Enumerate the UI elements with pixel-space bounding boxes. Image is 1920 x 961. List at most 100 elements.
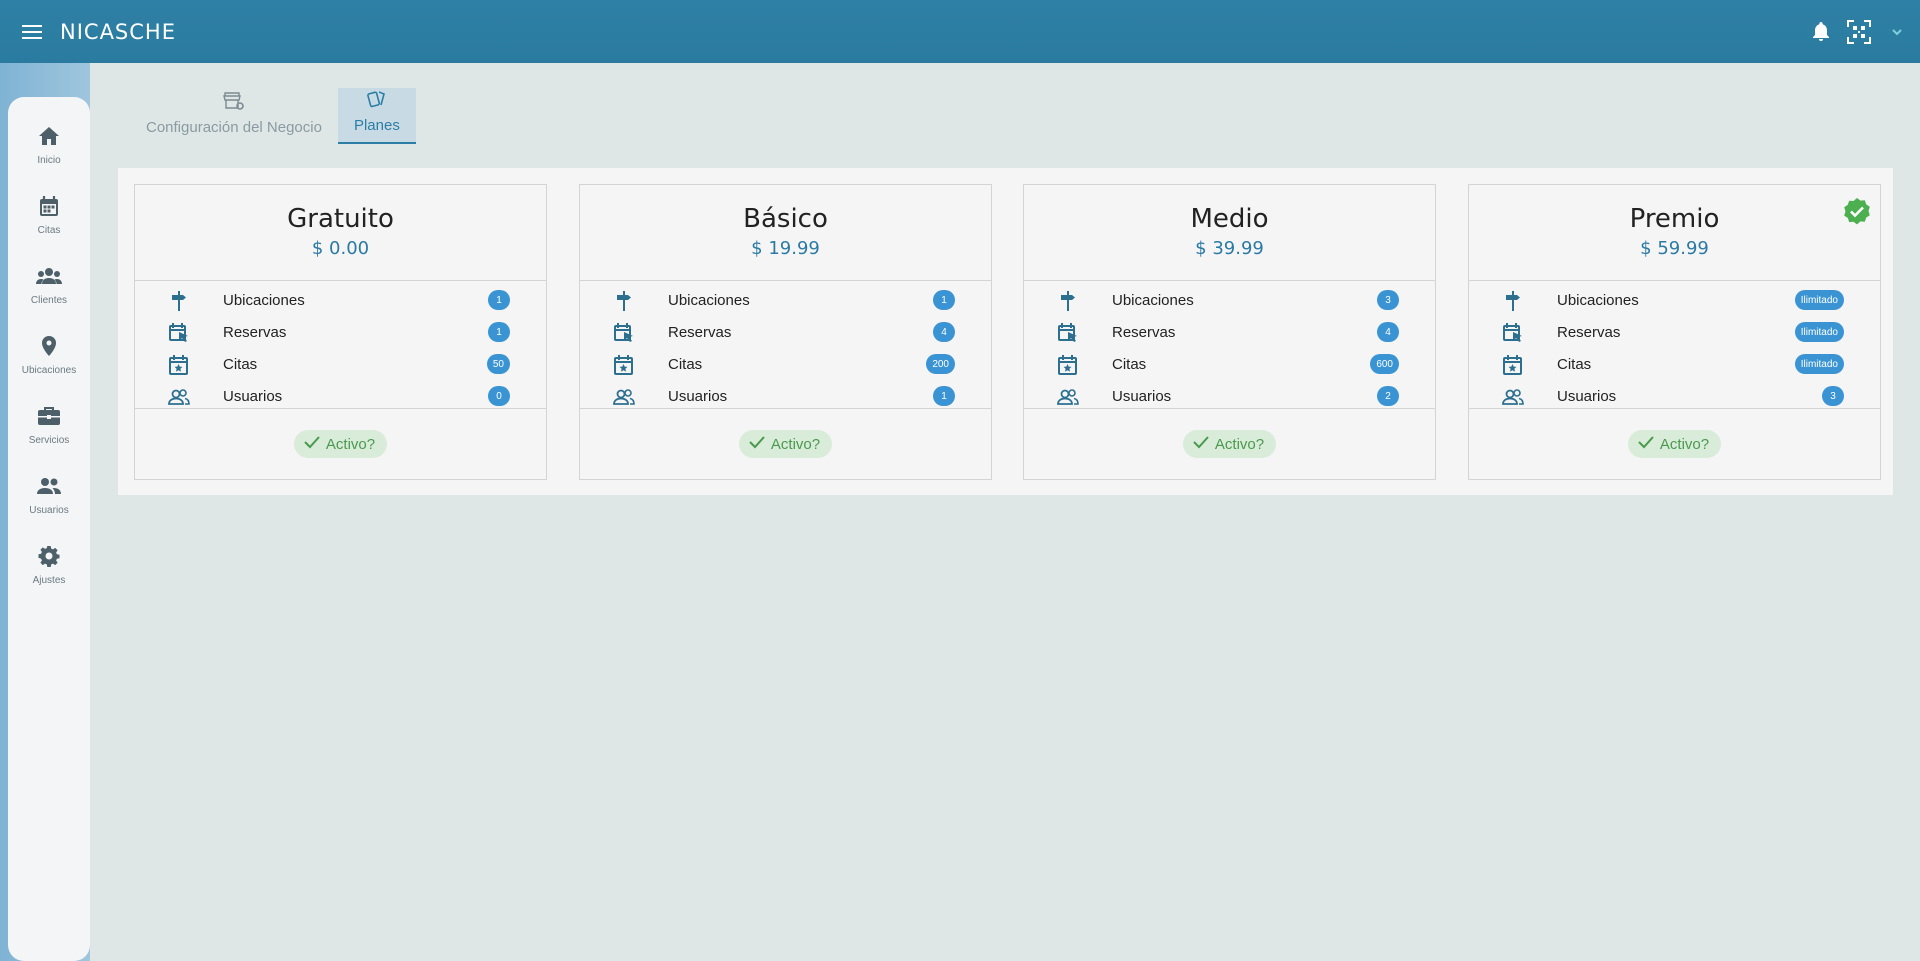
feature-label: Citas <box>668 355 703 373</box>
plan-price: $ 0.00 <box>311 238 370 259</box>
plan-price: $ 59.99 <box>1640 238 1709 259</box>
active-toggle-chip[interactable]: Activo? <box>1182 430 1277 458</box>
check-icon <box>1193 435 1209 453</box>
feature-reservas: Reservas 4 <box>1024 316 1435 348</box>
calendar-cursor-icon <box>613 322 635 344</box>
tab-label: Planes <box>353 117 400 134</box>
plan-card-gratuito: Gratuito $ 0.00 Ubicaciones 1 Reservas 1 C… <box>134 184 547 480</box>
calendar-star-icon <box>1502 354 1524 376</box>
active-label: Activo? <box>1659 435 1710 453</box>
avatar-chevron-icon[interactable] <box>1884 19 1910 45</box>
feature-citas: Citas 200 <box>580 348 991 380</box>
plan-card-premio: Premio $ 59.99 Ubicaciones Ilimitado Rese… <box>1468 184 1881 480</box>
plans-panel: Gratuito $ 0.00 Ubicaciones 1 Reservas 1 C… <box>118 168 1893 495</box>
users-outline-icon <box>168 386 190 408</box>
feature-value-badge: Ilimitado <box>1794 322 1844 342</box>
feature-label: Reservas <box>668 323 732 341</box>
feature-label: Ubicaciones <box>223 291 305 309</box>
plan-name: Medio <box>1190 204 1269 234</box>
feature-value-badge: 0 <box>488 386 510 406</box>
feature-reservas: Reservas 4 <box>580 316 991 348</box>
feature-reservas: Reservas Ilimitado <box>1469 316 1880 348</box>
cards-icon <box>366 89 388 113</box>
sidebar-item-label: Citas <box>37 225 61 236</box>
users-outline-icon <box>613 386 635 408</box>
sidebar-item-ajustes[interactable]: Ajustes <box>8 545 90 615</box>
plan-name: Gratuito <box>287 204 394 234</box>
sidebar-item-servicios[interactable]: Servicios <box>8 405 90 475</box>
feature-label: Usuarios <box>223 387 283 405</box>
feature-label: Usuarios <box>1557 387 1617 405</box>
feature-value-badge: 1 <box>933 290 955 310</box>
location-icon <box>39 335 59 362</box>
active-toggle-chip[interactable]: Activo? <box>293 430 388 458</box>
sidebar-item-label: Ajustes <box>32 575 66 586</box>
calendar-star-icon <box>168 354 190 376</box>
check-icon <box>749 435 765 453</box>
store-settings-icon <box>223 91 245 115</box>
feature-value-badge: 3 <box>1822 386 1844 406</box>
feature-label: Reservas <box>1557 323 1621 341</box>
menu-icon[interactable] <box>18 21 46 43</box>
tab-configuracion[interactable]: Configuración del Negocio <box>130 88 338 144</box>
sidebar-item-inicio[interactable]: Inicio <box>8 125 90 195</box>
main-content: Configuración del Negocio Planes Gratuit… <box>90 63 1920 961</box>
active-toggle-chip[interactable]: Activo? <box>738 430 833 458</box>
feature-value-badge: 50 <box>486 354 510 374</box>
plan-name: Premio <box>1629 204 1720 234</box>
calendar-cursor-icon <box>1502 322 1524 344</box>
users-outline-icon <box>1502 386 1524 408</box>
top-app-bar: NICASCHE <box>0 0 1920 63</box>
feature-label: Reservas <box>1112 323 1176 341</box>
feature-usuarios: Usuarios 0 <box>135 380 546 412</box>
sidebar-item-clientes[interactable]: Clientes <box>8 265 90 335</box>
app-title: NICASCHE <box>60 19 176 44</box>
plan-card-medio: Medio $ 39.99 Ubicaciones 3 Reservas 4 Cit… <box>1023 184 1436 480</box>
settings-tabs: Configuración del Negocio Planes <box>130 88 416 144</box>
feature-ubicaciones: Ubicaciones 3 <box>1024 284 1435 316</box>
sidebar-item-label: Ubicaciones <box>21 365 77 376</box>
feature-value-badge: 1 <box>488 290 510 310</box>
feature-label: Ubicaciones <box>1557 291 1639 309</box>
feature-label: Citas <box>223 355 258 373</box>
users-outline-icon <box>1057 386 1079 408</box>
feature-reservas: Reservas 1 <box>135 316 546 348</box>
plan-name: Básico <box>743 204 828 234</box>
sidebar-item-ubicaciones[interactable]: Ubicaciones <box>8 335 90 405</box>
users-icon <box>37 475 61 502</box>
signpost-icon <box>168 290 190 312</box>
sidebar-nav: Inicio Citas Clientes Ubicaciones Servic… <box>8 97 90 961</box>
plan-price: $ 19.99 <box>751 238 820 259</box>
tab-label: Configuración del Negocio <box>146 119 322 136</box>
qr-scan-icon[interactable] <box>1846 19 1872 45</box>
feature-value-badge: 1 <box>933 386 955 406</box>
bell-icon[interactable] <box>1808 19 1834 45</box>
sidebar-item-usuarios[interactable]: Usuarios <box>8 475 90 545</box>
sidebar-item-label: Servicios <box>28 435 70 446</box>
tab-planes[interactable]: Planes <box>337 88 416 144</box>
feature-list: Ubicaciones 1 Reservas 4 Citas 200 Usuarios… <box>580 281 991 409</box>
sidebar-item-label: Clientes <box>30 295 68 306</box>
signpost-icon <box>613 290 635 312</box>
active-toggle-chip[interactable]: Activo? <box>1627 430 1722 458</box>
feature-label: Citas <box>1557 355 1592 373</box>
feature-value-badge: 2 <box>1377 386 1399 406</box>
sidebar-item-label: Inicio <box>37 155 61 166</box>
feature-citas: Citas 50 <box>135 348 546 380</box>
feature-ubicaciones: Ubicaciones 1 <box>135 284 546 316</box>
feature-label: Ubicaciones <box>668 291 750 309</box>
feature-list: Ubicaciones 1 Reservas 1 Citas 50 Usuarios 0 <box>135 281 546 409</box>
feature-label: Usuarios <box>1112 387 1172 405</box>
feature-list: Ubicaciones Ilimitado Reservas Ilimitado C… <box>1469 281 1880 409</box>
plan-card-basico: Básico $ 19.99 Ubicaciones 1 Reservas 4 Ci… <box>579 184 992 480</box>
feature-label: Reservas <box>223 323 287 341</box>
sidebar-item-citas[interactable]: Citas <box>8 195 90 265</box>
verified-badge-icon <box>1842 197 1872 232</box>
feature-list: Ubicaciones 3 Reservas 4 Citas 600 Usuarios… <box>1024 281 1435 409</box>
gear-icon <box>38 545 60 572</box>
feature-ubicaciones: Ubicaciones 1 <box>580 284 991 316</box>
calendar-cursor-icon <box>1057 322 1079 344</box>
active-label: Activo? <box>1214 435 1265 453</box>
signpost-icon <box>1057 290 1079 312</box>
home-icon <box>38 125 60 152</box>
